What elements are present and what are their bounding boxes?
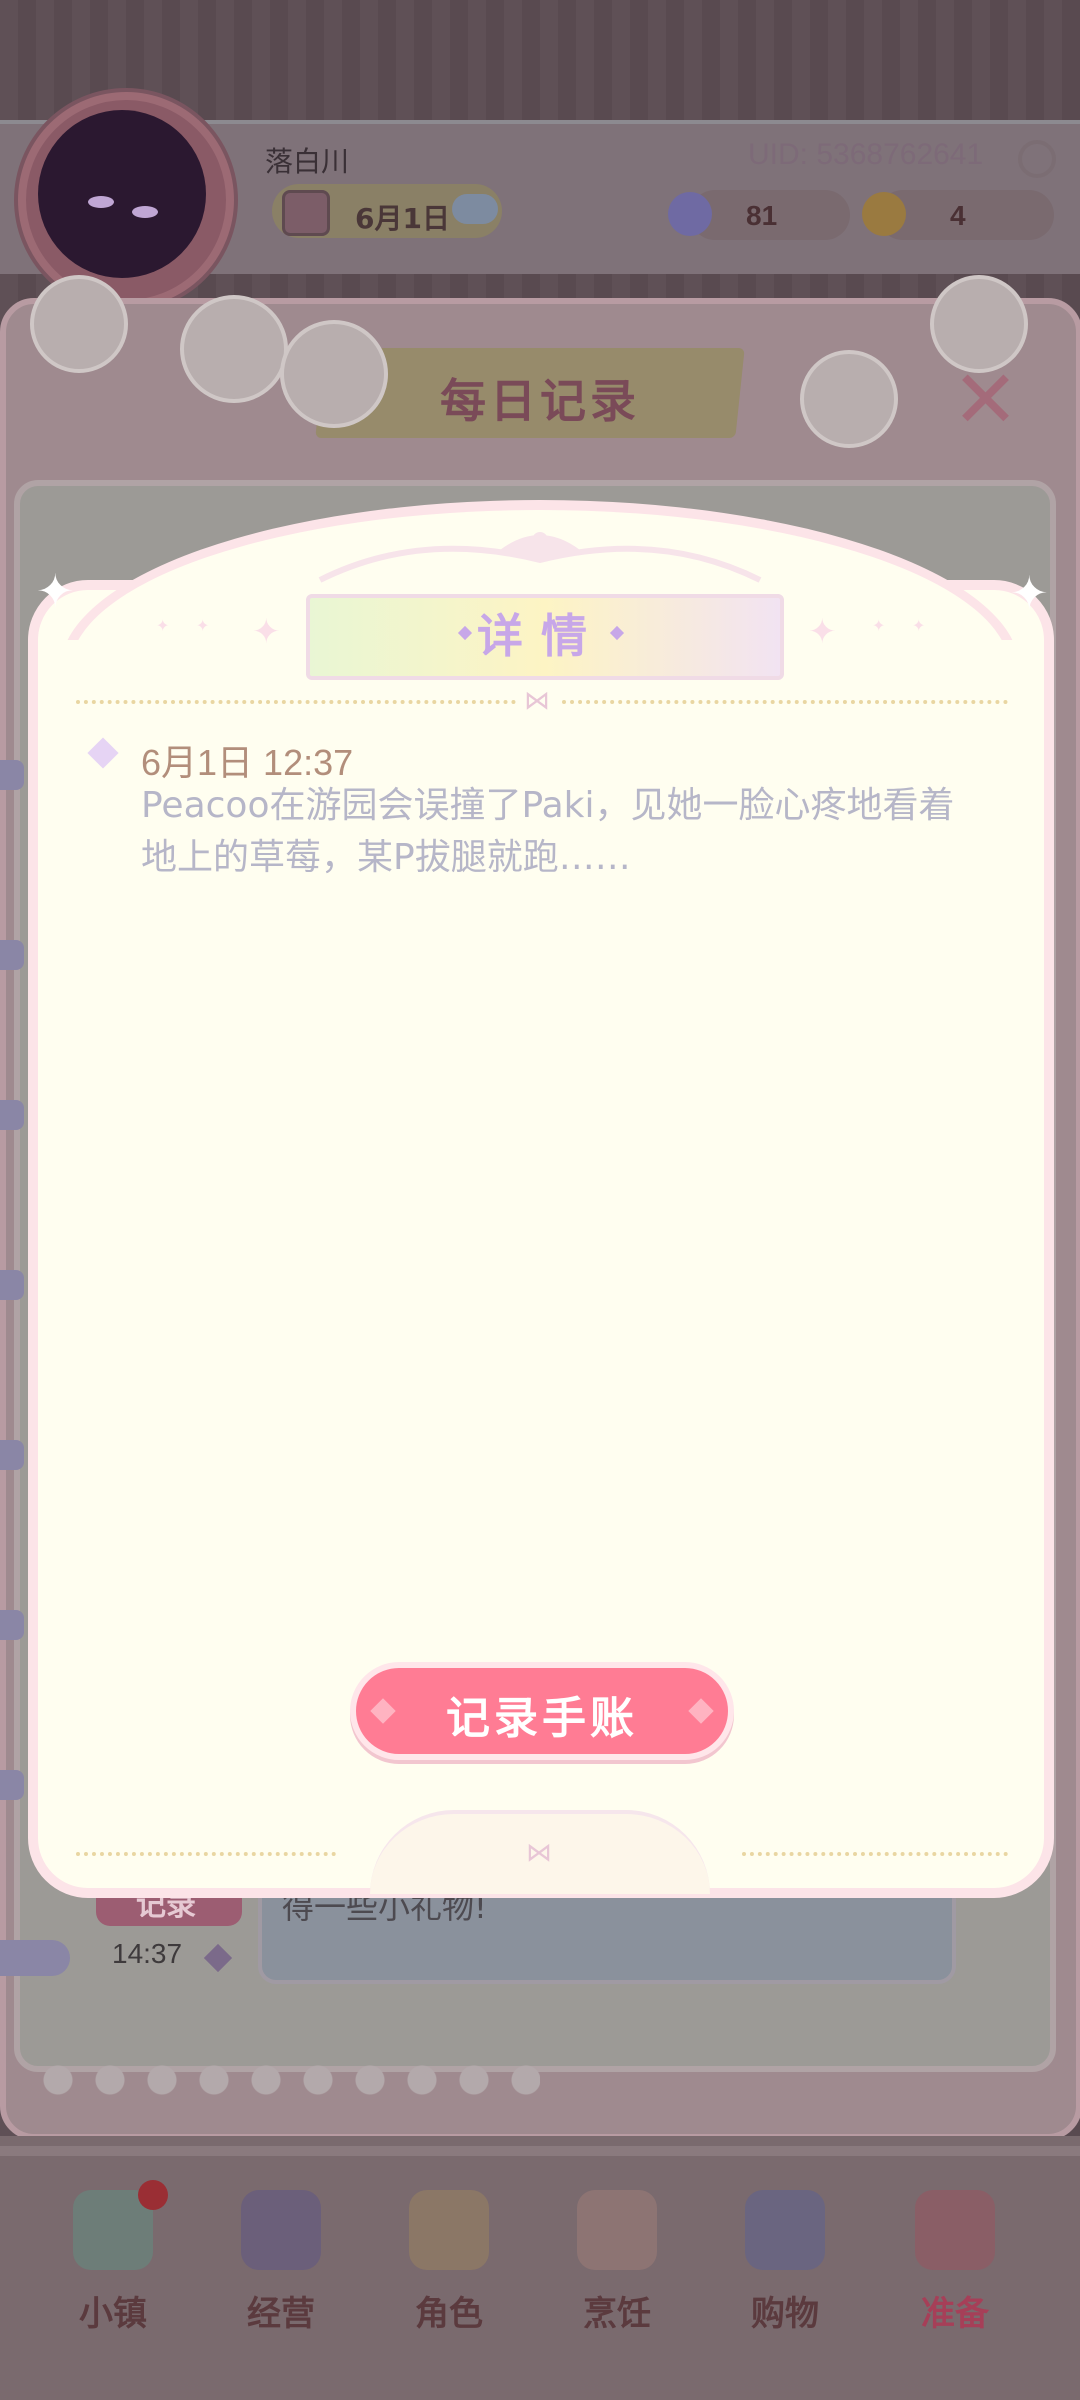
sparkle-icon: ✦ bbox=[872, 616, 886, 635]
divider bbox=[76, 1852, 336, 1856]
sparkle-icon: ✦ bbox=[1010, 566, 1049, 620]
sparkle-icon: ✦ bbox=[156, 616, 170, 635]
pearl-decoration bbox=[40, 2062, 540, 2098]
side-tab bbox=[0, 1440, 24, 1470]
divider bbox=[742, 1852, 1008, 1856]
sparkle-icon: ✦ bbox=[808, 612, 837, 652]
cat-portrait bbox=[38, 110, 206, 278]
sparkle-icon: ✦ bbox=[912, 616, 926, 635]
cloud-icon bbox=[452, 194, 498, 224]
sparkle-icon: ✦ bbox=[252, 612, 281, 652]
notification-dot bbox=[138, 2180, 168, 2210]
lace-ornament-icon bbox=[318, 532, 762, 583]
nav-label: 烹饪 bbox=[583, 2294, 651, 2334]
detail-title: 详情 bbox=[477, 609, 605, 663]
nav-label: 购物 bbox=[751, 2294, 819, 2334]
side-tab bbox=[0, 1610, 24, 1640]
current-date: 6月1日 bbox=[355, 202, 450, 235]
character-icon bbox=[409, 2190, 489, 2270]
daily-record-title: 每日记录 bbox=[440, 374, 640, 428]
sparkle-icon: ✦ bbox=[36, 564, 75, 618]
side-tab bbox=[0, 1940, 70, 1976]
nav-town[interactable]: 小镇 bbox=[38, 2180, 188, 2334]
cat-eye-right bbox=[132, 206, 158, 218]
shop-bag-icon bbox=[241, 2190, 321, 2270]
copy-uid-icon[interactable] bbox=[1018, 140, 1056, 178]
nav-label: 经营 bbox=[247, 2294, 315, 2334]
record-journal-label: 记录手账 bbox=[446, 1693, 638, 1744]
nav-label: 角色 bbox=[415, 2294, 483, 2334]
nav-prepare[interactable]: 准备 bbox=[880, 2180, 1030, 2334]
bow-icon: ⋈ bbox=[526, 1838, 552, 1868]
bow-icon: ⋈ bbox=[524, 686, 550, 716]
side-tab bbox=[0, 1270, 24, 1300]
record-time: 14:37 bbox=[112, 1938, 183, 1969]
nav-characters[interactable]: 角色 bbox=[374, 2180, 524, 2334]
player-name: 落白川 bbox=[265, 145, 350, 178]
sparkle-icon: ✦ bbox=[196, 616, 210, 635]
nav-cooking[interactable]: 烹饪 bbox=[542, 2180, 692, 2334]
nav-label: 小镇 bbox=[79, 2294, 147, 2334]
calendar-icon bbox=[282, 190, 330, 236]
player-uid: UID: 5368762641 bbox=[748, 138, 984, 171]
rose-decoration bbox=[30, 275, 128, 373]
rose-decoration bbox=[930, 275, 1028, 373]
side-tab bbox=[0, 1770, 24, 1800]
divider bbox=[562, 700, 1008, 704]
currency-a-value: 81 bbox=[746, 200, 778, 231]
entry-text: Peacoo在游园会误撞了Paki，见她一脸心疼地看着地上的草莓，某P拔腿就跑…… bbox=[141, 785, 955, 878]
gold-coin-icon bbox=[862, 192, 906, 236]
cake-icon bbox=[577, 2190, 657, 2270]
divider bbox=[76, 700, 516, 704]
cat-eye-left bbox=[88, 196, 114, 208]
side-tab bbox=[0, 940, 24, 970]
nav-label: 准备 bbox=[921, 2294, 989, 2334]
side-tab bbox=[0, 1100, 24, 1130]
bottom-nav-border bbox=[0, 2146, 1080, 2156]
rose-decoration bbox=[800, 350, 898, 448]
entry-date: 6月1日 12:37 bbox=[141, 742, 354, 783]
picnic-basket-icon bbox=[915, 2190, 995, 2270]
currency-b-value: 4 bbox=[950, 200, 966, 231]
nav-shopping[interactable]: 购物 bbox=[710, 2180, 860, 2334]
rose-decoration bbox=[280, 320, 388, 428]
flower-gem-icon bbox=[668, 192, 712, 236]
rose-decoration bbox=[180, 295, 288, 403]
side-tab bbox=[0, 760, 24, 790]
shopping-bag-icon bbox=[745, 2190, 825, 2270]
record-journal-button[interactable]: 记录手账 bbox=[350, 1662, 734, 1760]
nav-business[interactable]: 经营 bbox=[206, 2180, 356, 2334]
